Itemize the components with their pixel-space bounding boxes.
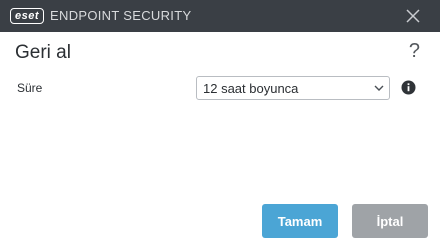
eset-logo-mark: eset	[10, 8, 45, 24]
ok-button[interactable]: Tamam	[262, 204, 338, 238]
info-icon[interactable]	[401, 80, 416, 95]
question-mark-icon: ?	[408, 40, 420, 62]
help-button[interactable]: ?	[409, 40, 420, 63]
duration-select[interactable]: 12 saat boyunca	[196, 76, 390, 100]
cancel-button[interactable]: İptal	[352, 204, 428, 238]
close-button[interactable]	[404, 7, 422, 25]
duration-label: Süre	[17, 81, 43, 95]
dialog-title: Geri al	[15, 42, 71, 63]
eset-logo: eset ENDPOINT SECURITY	[10, 8, 191, 24]
close-icon	[406, 9, 420, 23]
title-bar: eset ENDPOINT SECURITY	[0, 0, 440, 32]
product-name: ENDPOINT SECURITY	[50, 8, 192, 23]
chevron-down-icon	[374, 85, 384, 91]
duration-select-value: 12 saat boyunca	[203, 81, 299, 96]
